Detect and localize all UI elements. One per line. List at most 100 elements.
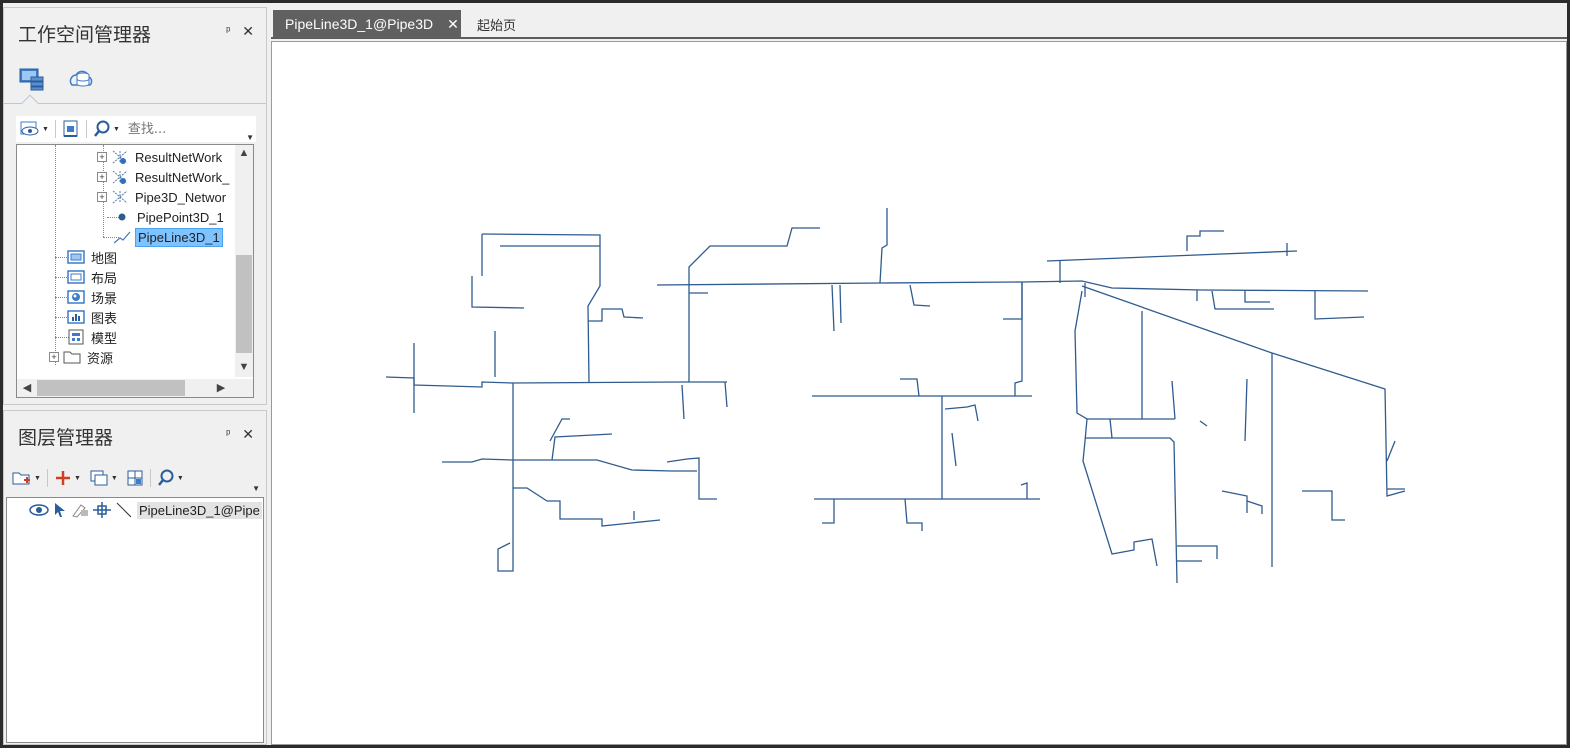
- tree-item-scenes[interactable]: 场景: [67, 287, 119, 307]
- tree-item-label: PipePoint3D_1: [137, 209, 224, 225]
- map-canvas[interactable]: [271, 41, 1567, 745]
- scroll-down-icon[interactable]: ▼: [236, 361, 252, 373]
- workspace-panel-title: 工作空间管理器: [18, 24, 152, 46]
- pipe-network-lines: [385, 208, 1406, 584]
- search-icon: [157, 469, 174, 486]
- chevron-down-icon: ▼: [73, 474, 81, 482]
- view-mode-button[interactable]: ▼: [16, 117, 53, 141]
- search-options-button[interactable]: ▼: [89, 117, 124, 141]
- snap-target-icon: [93, 502, 111, 518]
- tree-item-pipeline3d[interactable]: PipeLine3D_1: [113, 227, 223, 247]
- overflow-icon[interactable]: ▼: [252, 484, 260, 493]
- open-file-button[interactable]: [58, 117, 84, 141]
- tab-label: 起始页: [477, 18, 517, 34]
- workspace-manager-panel: 工作空间管理器 ᵖ ✕ ▼ ▼ 查找... ▼ + ResultNetWork …: [3, 7, 267, 405]
- tree-vertical-scrollbar[interactable]: ▲ ▼: [235, 145, 253, 377]
- search-input[interactable]: [127, 118, 236, 140]
- layer-style-button[interactable]: ▼: [85, 466, 122, 490]
- layer-name: PipeLine3D_1@Pipe: [137, 501, 262, 519]
- tab-label: PipeLine3D_1@Pipe3D: [285, 16, 434, 32]
- tab-divider: [4, 103, 266, 104]
- tree-item-resources[interactable]: + 资源: [49, 347, 115, 367]
- close-icon[interactable]: ✕: [242, 427, 254, 441]
- tree-item-label: 地图: [91, 250, 118, 266]
- tree-item-resultnetwork[interactable]: + ResultNetWork: [97, 147, 224, 167]
- tree-item-label: ResultNetWork: [135, 149, 223, 165]
- tree-item-charts[interactable]: 图表: [67, 307, 119, 327]
- selectable-cursor-icon: [55, 503, 65, 517]
- chevron-down-icon: ▼: [110, 474, 118, 482]
- tree-item-pipe3d-network[interactable]: + Pipe3D_Networ: [97, 187, 228, 207]
- tree-item-maps[interactable]: 地图: [67, 247, 119, 267]
- network-dataset-icon: [111, 189, 129, 205]
- tree-item-layouts[interactable]: 布局: [67, 267, 119, 287]
- expand-icon[interactable]: +: [97, 152, 107, 162]
- network-dataset-icon: [111, 169, 129, 185]
- chevron-down-icon: ▼: [34, 474, 41, 482]
- scroll-left-icon[interactable]: ◀: [19, 381, 35, 394]
- tree-item-models[interactable]: 模型: [67, 327, 119, 347]
- layer-panel-controls: ᵖ ✕: [226, 427, 254, 441]
- expand-icon[interactable]: +: [97, 172, 107, 182]
- tree-item-label: 模型: [91, 330, 118, 346]
- scrollbar-thumb[interactable]: [236, 255, 252, 353]
- map-folder-icon: [67, 249, 85, 265]
- workspace-view-tabs: [18, 66, 96, 92]
- tree-guide-line: [55, 145, 56, 365]
- scroll-right-icon[interactable]: ▶: [213, 381, 229, 394]
- tree-item-label: 布局: [91, 270, 118, 286]
- scene-folder-icon: [67, 289, 85, 305]
- resource-folder-icon: [63, 349, 81, 365]
- network-dataset-icon: [111, 149, 129, 165]
- tree-horizontal-scrollbar[interactable]: ◀ ▶: [17, 379, 253, 397]
- tree-item-label: ResultNetWork_: [135, 169, 230, 185]
- tree-item-label-selected: PipeLine3D_1: [135, 227, 223, 247]
- new-folder-icon: [12, 472, 30, 485]
- line-layer-icon: [116, 502, 132, 518]
- layer-manager-panel: 图层管理器 ᵖ ✕ ▼ ▼ ▼ ▼ ▼ PipeLine3D_1@Pipe: [3, 410, 267, 745]
- chevron-down-icon: ▼: [112, 125, 120, 133]
- pin-icon[interactable]: ᵖ: [226, 427, 230, 441]
- toolbar-separator: [149, 469, 151, 487]
- scroll-up-icon[interactable]: ▲: [236, 147, 252, 159]
- tab-cloud-storage[interactable]: [68, 66, 96, 92]
- cloud-database-icon: [69, 70, 93, 87]
- toolbar-separator: [85, 120, 87, 138]
- tab-pipeline-map[interactable]: PipeLine3D_1@Pipe3D ✕: [273, 10, 461, 38]
- add-data-button[interactable]: ▼: [50, 466, 85, 490]
- document-icon: [63, 120, 78, 137]
- model-folder-icon: [67, 329, 85, 345]
- layer-list: PipeLine3D_1@Pipe: [6, 497, 264, 743]
- add-layer-group-button[interactable]: ▼: [8, 466, 45, 490]
- toolbar-separator: [46, 469, 48, 487]
- tab-indicator: [21, 94, 39, 112]
- workspace-panel-controls: ᵖ ✕: [226, 24, 254, 38]
- tab-workspace-tree[interactable]: [18, 66, 46, 92]
- editable-lock-icon: [72, 504, 88, 518]
- close-tab-icon[interactable]: ✕: [447, 16, 459, 33]
- line-dataset-icon: [113, 229, 131, 245]
- tree-item-resultnetwork-2[interactable]: + ResultNetWork_: [97, 167, 231, 187]
- layers-icon: [90, 470, 108, 486]
- overflow-icon[interactable]: ▼: [246, 133, 254, 142]
- chart-folder-icon: [67, 309, 85, 325]
- search-icon: [93, 120, 110, 137]
- layer-panel-title: 图层管理器: [18, 427, 114, 449]
- expand-icon[interactable]: +: [97, 192, 107, 202]
- pipeline-map[interactable]: [272, 42, 1566, 744]
- close-icon[interactable]: ✕: [242, 24, 254, 38]
- plus-icon: [55, 471, 70, 485]
- point-dataset-icon: [113, 209, 131, 225]
- pin-icon[interactable]: ᵖ: [226, 24, 230, 38]
- tree-item-pipepoint3d[interactable]: PipePoint3D_1: [113, 207, 226, 227]
- tree-item-label: 图表: [91, 310, 118, 326]
- app-frame: 工作空间管理器 ᵖ ✕ ▼ ▼ 查找... ▼ + ResultNetWork …: [3, 3, 1567, 745]
- scrollbar-thumb[interactable]: [37, 380, 185, 396]
- layer-row[interactable]: PipeLine3D_1@Pipe: [29, 500, 262, 520]
- tree-item-label: 场景: [91, 290, 118, 306]
- layer-grid-button[interactable]: [122, 466, 148, 490]
- expand-icon[interactable]: +: [49, 352, 59, 362]
- tab-start-page[interactable]: 起始页: [465, 10, 528, 38]
- eye-view-icon: [20, 121, 39, 136]
- layer-search-button[interactable]: ▼: [153, 466, 188, 490]
